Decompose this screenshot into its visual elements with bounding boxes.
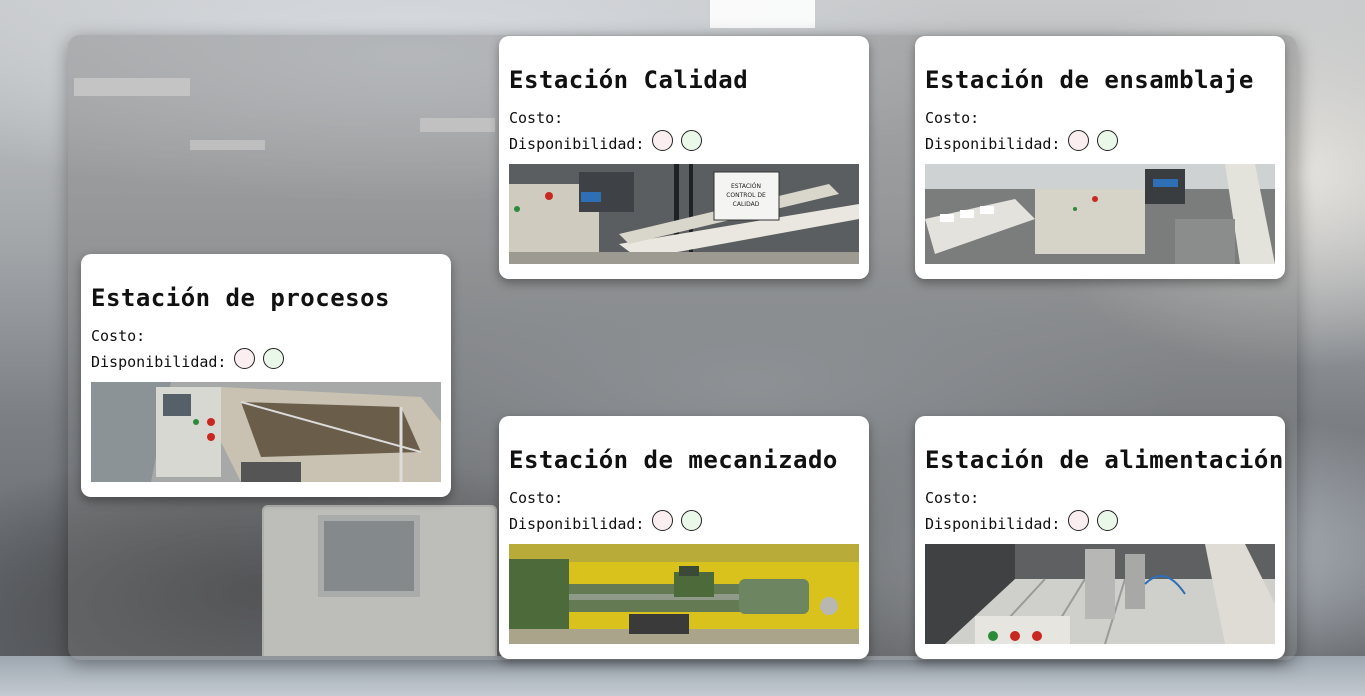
status-available-indicator [681,130,703,151]
availability-label: Disponibilidad: [509,515,645,533]
availability-row: Disponibilidad: [509,130,859,154]
station-card-quality[interactable]: Estación Calidad Costo: Disponibilidad: … [499,36,869,279]
status-unavailable-indicator [1068,130,1090,151]
availability-label: Disponibilidad: [91,353,227,371]
svg-text:CONTROL DE: CONTROL DE [726,192,766,199]
station-title: Estación de alimentación [925,446,1284,474]
svg-text:CALIDAD: CALIDAD [733,201,760,208]
availability-row: Disponibilidad: [509,510,859,534]
availability-label: Disponibilidad: [509,135,645,153]
cost-label: Costo: [925,489,980,507]
status-available-indicator [263,348,285,369]
availability-label: Disponibilidad: [925,515,1061,533]
svg-text:ESTACIÓN: ESTACIÓN [731,183,761,190]
assembly-station-photo [925,164,1275,264]
cost-label: Costo: [91,327,146,345]
station-card-assembly[interactable]: Estación de ensamblaje Costo: Disponibil… [915,36,1285,279]
status-available-indicator [681,510,703,531]
station-card-feeding[interactable]: Estación de alimentación Costo: Disponib… [915,416,1285,659]
status-unavailable-indicator [652,130,674,151]
station-title: Estación de mecanizado [509,446,838,474]
cost-label: Costo: [509,489,564,507]
availability-label: Disponibilidad: [925,135,1061,153]
cost-label: Costo: [509,109,564,127]
status-unavailable-indicator [652,510,674,531]
status-unavailable-indicator [1068,510,1090,531]
availability-row: Disponibilidad: [925,130,1275,154]
station-title: Estación Calidad [509,66,749,94]
status-available-indicator [1097,510,1119,531]
status-unavailable-indicator [234,348,256,369]
station-card-processes[interactable]: Estación de procesos Costo: Disponibilid… [81,254,451,497]
feeding-station-photo [925,544,1275,644]
status-available-indicator [1097,130,1119,151]
machining-station-photo [509,544,859,644]
cost-label: Costo: [925,109,980,127]
availability-row: Disponibilidad: [925,510,1275,534]
station-title: Estación de procesos [91,284,390,312]
quality-station-photo: ESTACIÓN CONTROL DE CALIDAD [509,164,859,264]
background-floor [0,656,1365,696]
process-station-photo [91,382,441,482]
station-title: Estación de ensamblaje [925,66,1254,94]
availability-row: Disponibilidad: [91,348,441,372]
station-card-machining[interactable]: Estación de mecanizado Costo: Disponibil… [499,416,869,659]
